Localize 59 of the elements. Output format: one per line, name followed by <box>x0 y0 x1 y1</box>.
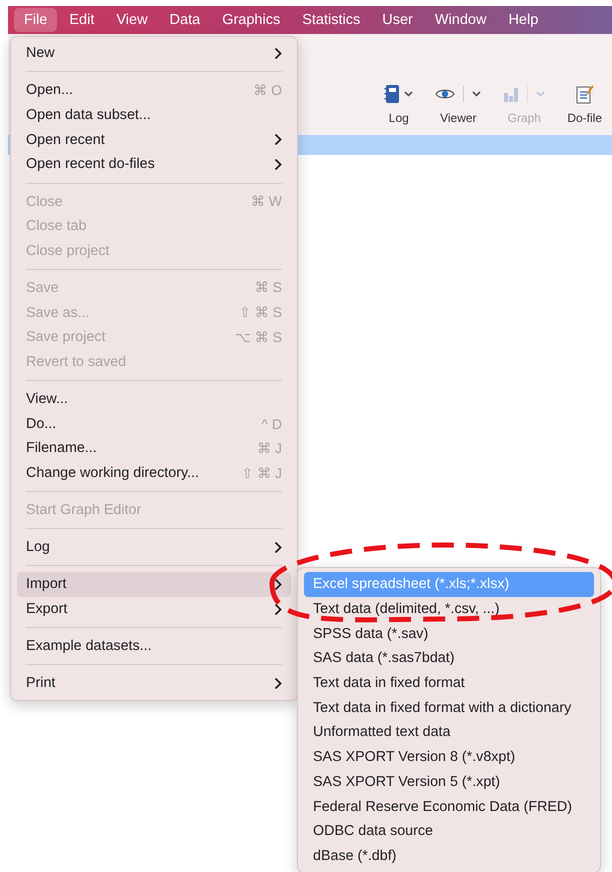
shortcut-text: ⌘ W <box>250 193 282 210</box>
menu-title[interactable]: Data <box>160 8 210 32</box>
notebook-icon <box>384 84 400 104</box>
menu-item[interactable]: Text data in fixed format with a dictionary <box>304 695 594 720</box>
chevron-icon <box>274 602 282 616</box>
menu-title[interactable]: Edit <box>59 8 104 32</box>
menu-item[interactable]: Change working directory... ⇧ ⌘ J <box>17 460 291 486</box>
menu-item[interactable]: New <box>17 41 291 66</box>
menu-item[interactable]: SAS XPORT Version 5 (*.xpt) <box>304 770 594 794</box>
chevron-icon <box>274 46 282 60</box>
menu-item[interactable]: View... <box>17 386 291 412</box>
menu-title[interactable]: View <box>106 8 158 32</box>
menu-title[interactable]: Help <box>498 8 548 32</box>
menu-item[interactable]: Open... ⌘ O <box>17 78 291 103</box>
notepad-pencil-icon <box>576 84 594 104</box>
chevron-icon <box>274 158 282 171</box>
toolbar-button[interactable]: Log <box>384 83 414 125</box>
menu-item[interactable]: Log <box>17 534 291 560</box>
menu-title[interactable]: Statistics <box>292 8 370 32</box>
menu-item[interactable]: Do... ^ D <box>17 411 291 436</box>
menu-title[interactable]: File <box>14 8 58 32</box>
chevron-icon <box>274 578 282 591</box>
menu-item[interactable]: Open recent <box>17 127 291 152</box>
shortcut-text: ^ D <box>261 416 282 432</box>
caret-icon <box>536 91 546 97</box>
menu-item[interactable]: Text data in fixed format <box>304 670 594 696</box>
menu-item[interactable]: Unformatted text data <box>304 720 594 745</box>
menu-item[interactable]: SAS data (*.sas7bdat) <box>304 646 594 671</box>
menu-title[interactable]: User <box>372 8 423 32</box>
menu-item[interactable]: Import <box>17 572 291 597</box>
chevron-icon <box>274 133 282 146</box>
menu-title[interactable]: Graphics <box>212 8 290 32</box>
menu-item[interactable]: Federal Reserve Economic Data (FRED) <box>304 794 594 819</box>
shortcut-text: ⌘ J <box>257 440 282 457</box>
caret-icon <box>404 91 414 97</box>
chevron-icon <box>274 676 282 690</box>
menu-item[interactable]: Export <box>17 596 291 622</box>
menu-item[interactable]: Filename... ⌘ J <box>17 436 291 461</box>
toolbar-button[interactable]: Do-file <box>567 83 602 125</box>
menu-item[interactable]: Example datasets... <box>17 634 291 658</box>
menu-item[interactable]: dBase (*.dbf) <box>304 844 594 868</box>
menu-item[interactable]: Text data (delimited, *.csv, ...) <box>304 596 594 622</box>
shortcut-text: ⌥ ⌘ S <box>234 328 282 346</box>
shortcut-text: ⇧ ⌘ S <box>239 304 282 322</box>
bar-chart-icon <box>503 86 520 102</box>
toolbar-button[interactable]: Viewer <box>435 83 482 125</box>
shortcut-text: ⌘ S <box>254 279 282 296</box>
chevron-icon <box>274 540 282 554</box>
eye-icon <box>435 88 456 100</box>
menu-item[interactable]: SPSS data (*.sav) <box>304 621 594 646</box>
menu-item[interactable]: SAS XPORT Version 8 (*.v8xpt) <box>304 744 594 770</box>
menu-item[interactable]: ODBC data source <box>304 818 594 844</box>
shortcut-text: ⌘ O <box>253 82 282 99</box>
menu-item[interactable]: Open data subset... <box>17 102 291 128</box>
menu-item[interactable]: Open recent do-files <box>17 152 291 177</box>
caret-icon <box>472 91 482 97</box>
menu-title[interactable]: Window <box>424 8 496 32</box>
shortcut-text: ⇧ ⌘ J <box>241 464 282 482</box>
menu-item[interactable]: Print <box>17 670 291 696</box>
